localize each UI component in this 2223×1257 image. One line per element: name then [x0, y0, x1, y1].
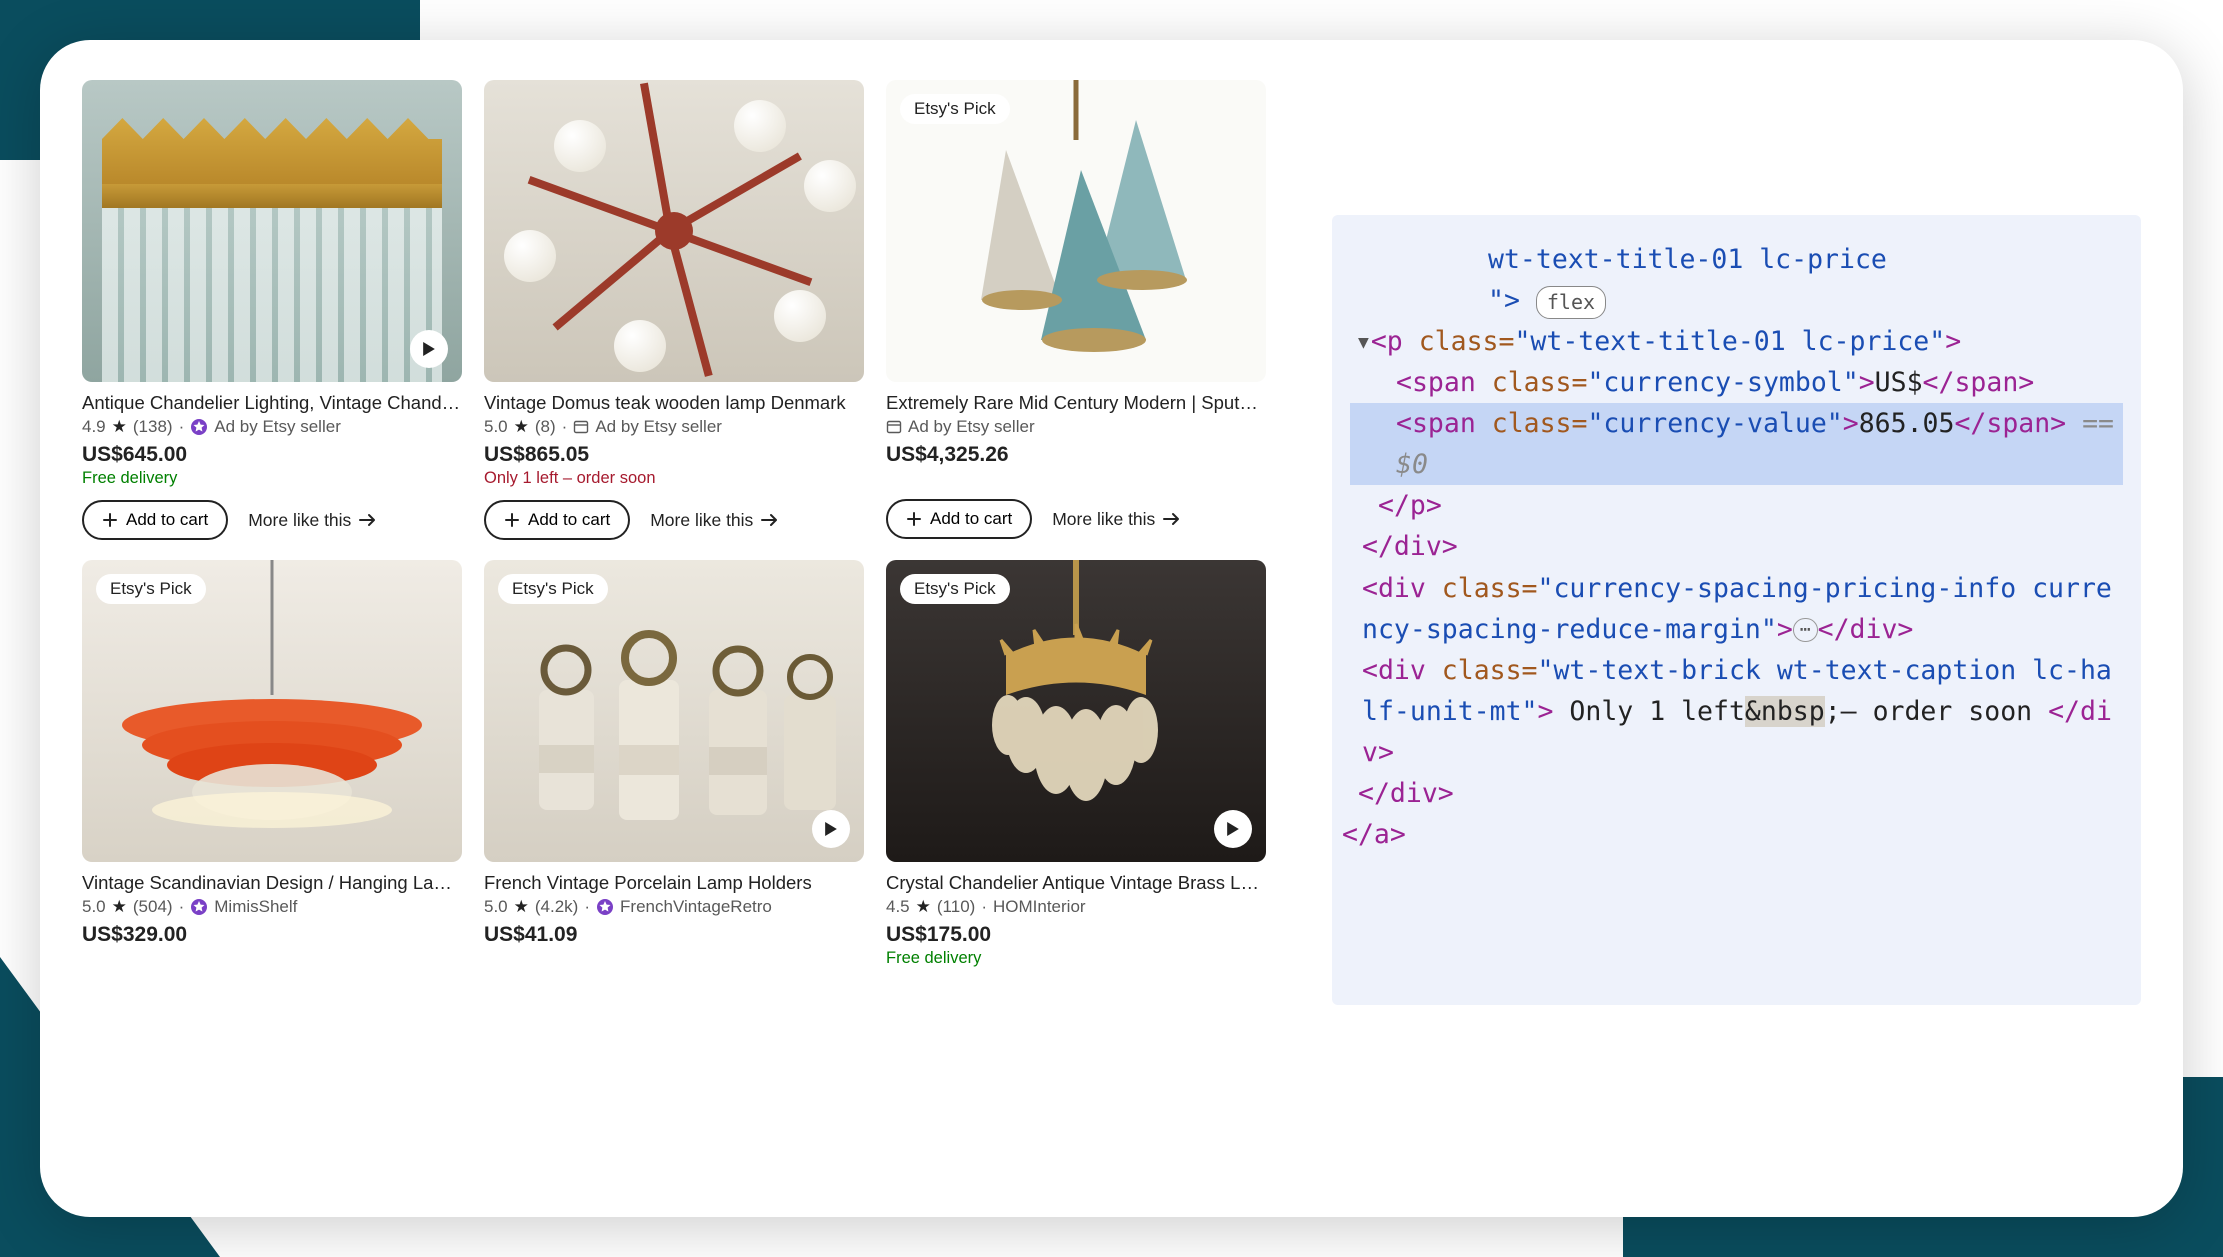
code-line[interactable]: </p> — [1350, 485, 2123, 526]
product-meta: 4.9 ★ (138) · Ad by Etsy seller — [82, 417, 462, 437]
product-meta: Ad by Etsy seller — [886, 417, 1266, 437]
product-title[interactable]: Crystal Chandelier Antique Vintage Brass… — [886, 872, 1266, 894]
code-line[interactable]: <div class="wt-text-brick wt-text-captio… — [1350, 650, 2123, 773]
product-title[interactable]: Vintage Domus teak wooden lamp Denmark — [484, 392, 864, 414]
product-price: US$329.00 — [82, 923, 462, 947]
ad-label: Ad by Etsy seller — [908, 417, 1035, 437]
star-icon: ★ — [916, 897, 931, 917]
code-line-selected[interactable]: <span class="currency-value">865.05</spa… — [1350, 403, 2123, 485]
code-line[interactable]: </div> — [1350, 773, 2123, 814]
rating-value: 5.0 — [82, 897, 106, 917]
add-to-cart-button[interactable]: Add to cart — [82, 500, 228, 540]
product-title[interactable]: Vintage Scandinavian Design / Hanging La… — [82, 872, 462, 894]
product-image[interactable] — [484, 80, 864, 382]
product-tile[interactable]: Vintage Domus teak wooden lamp Denmark 5… — [484, 80, 864, 540]
seller-name[interactable]: FrenchVintageRetro — [620, 897, 772, 917]
ad-box-icon — [886, 419, 902, 435]
product-meta: 5.0 ★ (8) · Ad by Etsy seller — [484, 417, 864, 437]
product-tile[interactable]: Etsy's Pick Extremely Rare Mid Century M… — [886, 80, 1266, 540]
product-price: US$175.00 — [886, 923, 1266, 947]
add-to-cart-button[interactable]: Add to cart — [484, 500, 630, 540]
seller-name[interactable]: MimisShelf — [214, 897, 297, 917]
product-image[interactable]: Etsy's Pick — [82, 560, 462, 862]
star-icon: ★ — [112, 897, 127, 917]
product-title[interactable]: Antique Chandelier Lighting, Vintage Cha… — [82, 392, 462, 414]
code-line[interactable]: ▼<p class="wt-text-title-01 lc-price"> — [1350, 321, 2123, 362]
product-image[interactable] — [82, 80, 462, 382]
ad-label: Ad by Etsy seller — [595, 417, 722, 437]
code-line[interactable]: </a> — [1334, 814, 2123, 855]
product-price: US$645.00 — [82, 443, 462, 467]
play-icon[interactable] — [1214, 810, 1252, 848]
product-actions: Add to cart More like this — [82, 500, 462, 540]
product-price: US$41.09 — [484, 923, 864, 947]
rating-value: 4.9 — [82, 417, 106, 437]
product-actions: Add to cart More like this — [484, 500, 864, 540]
product-price: US$865.05 — [484, 443, 864, 467]
product-tile[interactable]: Etsy's Pick French Vintage Porcelain Lam… — [484, 560, 864, 968]
product-meta: 4.5 ★ (110) · HOMInterior — [886, 897, 1266, 917]
code-line: wt-text-title-01 lc-price — [1350, 239, 2123, 280]
free-delivery-label: Free delivery — [82, 469, 462, 488]
product-image[interactable]: Etsy's Pick — [484, 560, 864, 862]
product-meta: 5.0 ★ (4.2k) · FrenchVintageRetro — [484, 897, 864, 917]
play-icon[interactable] — [410, 330, 448, 368]
code-line[interactable]: </div> — [1350, 526, 2123, 567]
ad-box-icon — [573, 419, 589, 435]
product-tile[interactable]: Etsy's Pick Vintage Scandinavian Design … — [82, 560, 462, 968]
star-icon: ★ — [514, 417, 529, 437]
product-tile[interactable]: Antique Chandelier Lighting, Vintage Cha… — [82, 80, 462, 540]
review-count: (138) — [133, 417, 173, 437]
stock-warning-label: Only 1 left – order soon — [484, 469, 864, 488]
ad-badge-icon — [190, 418, 208, 436]
devtools-code-panel[interactable]: wt-text-title-01 lc-price "> flex ▼<p cl… — [1332, 215, 2141, 1005]
more-like-this-link[interactable]: More like this — [650, 510, 779, 531]
more-like-this-link[interactable]: More like this — [248, 510, 377, 531]
product-actions: Add to cart More like this — [886, 499, 1266, 539]
play-icon[interactable] — [812, 810, 850, 848]
product-tile[interactable]: Etsy's Pick Crystal Chandelier Antique V… — [886, 560, 1266, 968]
ellipsis-expand-icon[interactable]: ⋯ — [1793, 618, 1818, 642]
rating-value: 5.0 — [484, 417, 508, 437]
review-count: (504) — [133, 897, 173, 917]
product-grid: Antique Chandelier Lighting, Vintage Cha… — [82, 80, 1292, 968]
product-price: US$4,325.26 — [886, 443, 1266, 467]
collapse-toggle-icon[interactable]: ▼ — [1358, 329, 1369, 357]
more-like-this-link[interactable]: More like this — [1052, 509, 1181, 530]
product-image[interactable]: Etsy's Pick — [886, 560, 1266, 862]
separator: · — [179, 417, 185, 437]
separator: · — [179, 897, 185, 917]
review-count: (4.2k) — [535, 897, 578, 917]
ad-label: Ad by Etsy seller — [214, 417, 341, 437]
screenshot-card: Antique Chandelier Lighting, Vintage Cha… — [40, 40, 2183, 1217]
rating-value: 5.0 — [484, 897, 508, 917]
star-icon: ★ — [112, 417, 127, 437]
star-seller-icon — [190, 898, 208, 916]
star-seller-icon — [596, 898, 614, 916]
flex-badge[interactable]: flex — [1536, 286, 1606, 319]
add-to-cart-button[interactable]: Add to cart — [886, 499, 1032, 539]
separator: · — [981, 897, 987, 917]
free-delivery-label: Free delivery — [886, 949, 1266, 968]
rating-value: 4.5 — [886, 897, 910, 917]
seller-name[interactable]: HOMInterior — [993, 897, 1086, 917]
code-line: "> flex — [1350, 280, 2123, 321]
product-title[interactable]: Extremely Rare Mid Century Modern | Sput… — [886, 392, 1266, 414]
star-icon: ★ — [514, 897, 529, 917]
review-count: (110) — [937, 897, 975, 917]
product-meta: 5.0 ★ (504) · MimisShelf — [82, 897, 462, 917]
code-line[interactable]: <div class="currency-spacing-pricing-inf… — [1350, 568, 2123, 650]
code-line[interactable]: <span class="currency-symbol">US$</span> — [1350, 362, 2123, 403]
product-title[interactable]: French Vintage Porcelain Lamp Holders — [484, 872, 864, 894]
review-count: (8) — [535, 417, 556, 437]
separator: · — [584, 897, 590, 917]
separator: · — [562, 417, 568, 437]
product-image[interactable]: Etsy's Pick — [886, 80, 1266, 382]
product-grid-wrap: Antique Chandelier Lighting, Vintage Cha… — [82, 80, 1292, 1187]
